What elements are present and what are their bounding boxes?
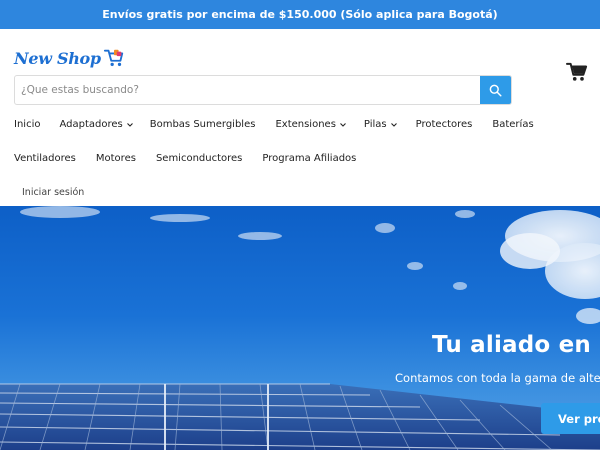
cart-button[interactable] xyxy=(566,62,588,82)
nav-item-programa-afiliados[interactable]: Programa Afiliados xyxy=(262,153,356,164)
chevron-down-icon xyxy=(390,122,397,127)
promo-bar: Envíos gratis por encima de $150.000 (Só… xyxy=(0,0,600,29)
chevron-down-icon xyxy=(126,122,133,127)
chevron-down-icon xyxy=(340,122,346,127)
hero-subtitle: Contamos con toda la gama de alte xyxy=(395,371,600,385)
nav-item-semiconductores[interactable]: Semiconductores xyxy=(156,153,242,164)
logo-cart-icon xyxy=(103,49,123,67)
hero-title: Tu aliado en xyxy=(432,332,591,358)
search-form xyxy=(14,75,512,105)
logo-text: New Shop xyxy=(14,48,101,68)
nav-item-label: Adaptadores xyxy=(59,119,123,130)
nav-item-label: Ventiladores xyxy=(14,153,76,164)
search-button[interactable] xyxy=(480,76,511,104)
nav-item-label: Inicio xyxy=(14,119,41,130)
nav-item-label: Extensiones xyxy=(275,119,336,130)
nav-item-label: Bombas Sumergibles xyxy=(149,119,256,130)
nav-item-label: Protectores xyxy=(415,119,473,130)
nav-item-bombas-sumergibles[interactable]: Bombas Sumergibles xyxy=(150,119,256,130)
nav-item-ventiladores[interactable]: Ventiladores xyxy=(14,153,76,164)
nav-item-motores[interactable]: Motores xyxy=(96,153,136,164)
hero-banner: Tu aliado en Contamos con toda la gama d… xyxy=(0,206,600,450)
nav-item-pilas[interactable]: Pilas xyxy=(364,119,397,130)
cart-icon xyxy=(566,62,588,81)
main-nav-row-2: Ventiladores Motores Semiconductores Pro… xyxy=(14,153,356,164)
nav-item-extensiones[interactable]: Extensiones xyxy=(275,119,346,130)
nav-item-adaptadores[interactable]: Adaptadores xyxy=(59,119,133,130)
nav-item-label: Motores xyxy=(95,153,136,164)
nav-item-protectores[interactable]: Protectores xyxy=(416,119,473,130)
nav-item-label: Pilas xyxy=(363,119,387,130)
nav-item-baterias[interactable]: Baterías xyxy=(492,119,533,130)
promo-text: Envíos gratis por encima de $150.000 (Só… xyxy=(102,8,498,21)
store-logo[interactable]: New Shop xyxy=(14,45,125,71)
search-icon xyxy=(489,84,502,97)
nav-item-label: Semiconductores xyxy=(155,153,243,164)
main-nav-row-1: Inicio Adaptadores Bombas Sumergibles Ex… xyxy=(14,119,534,130)
login-link[interactable]: Iniciar sesión xyxy=(22,187,84,198)
nav-item-label: Baterías xyxy=(492,119,534,130)
cloud-shape xyxy=(500,210,600,324)
search-input[interactable] xyxy=(15,76,481,104)
hero-cta-button[interactable]: Ver pro xyxy=(541,403,600,434)
hero-solar-panels-image xyxy=(0,206,600,450)
nav-item-label: Programa Afiliados xyxy=(262,153,357,164)
nav-item-inicio[interactable]: Inicio xyxy=(14,119,40,130)
